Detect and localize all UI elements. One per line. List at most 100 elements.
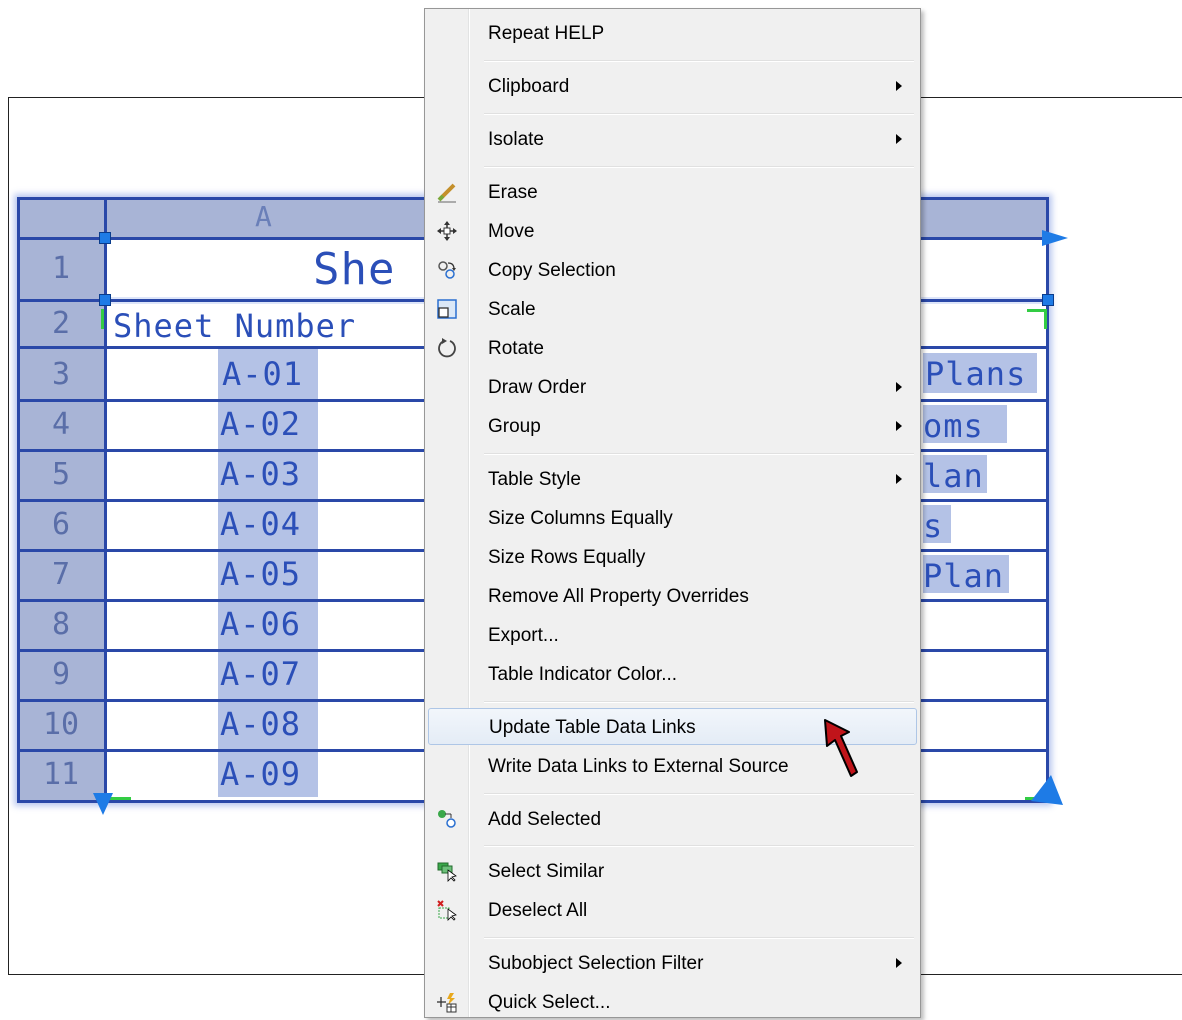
copy-icon xyxy=(438,261,456,279)
submenu-arrow-icon xyxy=(896,958,902,968)
row-number: 4 xyxy=(51,407,71,442)
row-number: 5 xyxy=(51,457,71,492)
sheet-title-cell: oms xyxy=(923,407,984,445)
row-number: 10 xyxy=(42,707,80,742)
menu-item-subobject-selection-filter[interactable]: Subobject Selection Filter xyxy=(428,944,917,981)
menu-item-label: Select Similar xyxy=(488,861,605,882)
table-breaking-grip[interactable] xyxy=(1031,775,1065,809)
menu-item-label: Size Rows Equally xyxy=(488,547,646,568)
rotate-icon xyxy=(438,338,456,358)
menu-item-table-indicator-color[interactable]: Table Indicator Color... xyxy=(428,655,917,692)
row-height-grip[interactable] xyxy=(93,793,117,819)
menu-item-label: Scale xyxy=(488,299,536,320)
menu-item-label: Table Style xyxy=(488,469,581,490)
sheet-title-cell: Plans xyxy=(925,355,1027,393)
row-number: 2 xyxy=(51,306,71,341)
menu-item-rotate[interactable]: Rotate xyxy=(428,329,917,366)
table-grip[interactable] xyxy=(99,294,111,306)
green-marker xyxy=(101,309,104,329)
menu-item-size-columns-equally[interactable]: Size Columns Equally xyxy=(428,499,917,536)
menu-item-export[interactable]: Export... xyxy=(428,616,917,653)
menu-separator xyxy=(484,60,914,62)
sheet-number-cell: A-01 xyxy=(222,355,304,393)
menu-item-repeat-help[interactable]: Repeat HELP xyxy=(428,14,917,51)
menu-separator xyxy=(484,845,914,847)
sheet-number-cell: A-05 xyxy=(220,555,302,593)
mouse-pointer-icon xyxy=(824,719,858,777)
menu-item-deselect-all[interactable]: Deselect All xyxy=(428,891,917,928)
menu-separator xyxy=(484,701,914,703)
menu-item-copy-selection[interactable]: Copy Selection xyxy=(428,251,917,288)
sheet-number-cell: A-04 xyxy=(220,505,302,543)
column-width-grip[interactable] xyxy=(1042,230,1072,248)
menu-item-label: Subobject Selection Filter xyxy=(488,953,704,974)
submenu-arrow-icon xyxy=(896,474,902,484)
menu-item-label: Quick Select... xyxy=(488,992,611,1013)
menu-item-label: Rotate xyxy=(488,338,544,359)
menu-item-label: Erase xyxy=(488,182,538,203)
menu-item-move[interactable]: Move xyxy=(428,212,917,249)
select-similar-icon xyxy=(437,862,457,882)
submenu-arrow-icon xyxy=(896,134,902,144)
row-number: 1 xyxy=(51,251,71,286)
row-number: 3 xyxy=(51,357,71,392)
table-title: She xyxy=(313,244,396,295)
row-number: 6 xyxy=(51,507,71,542)
sheet-title-cell: s xyxy=(923,507,944,545)
submenu-arrow-icon xyxy=(896,382,902,392)
column-heading: Sheet Number xyxy=(113,307,357,345)
drawing-canvas[interactable]: A 1 2 3 4 5 6 7 8 9 10 11 She Sheet Numb… xyxy=(0,0,1182,1018)
context-menu: Repeat HELP Clipboard Isolate Erase Move… xyxy=(424,8,921,1018)
menu-item-label: Remove All Property Overrides xyxy=(488,586,749,607)
menu-item-label: Add Selected xyxy=(488,809,602,830)
menu-item-label: Group xyxy=(488,416,541,437)
menu-item-select-similar[interactable]: Select Similar xyxy=(428,852,917,889)
row-number: 9 xyxy=(51,657,71,692)
scale-icon xyxy=(437,299,457,319)
menu-item-clipboard[interactable]: Clipboard xyxy=(428,67,917,104)
row-number: 11 xyxy=(42,757,80,792)
quick-select-icon xyxy=(437,993,457,1013)
menu-item-size-rows-equally[interactable]: Size Rows Equally xyxy=(428,538,917,575)
menu-item-scale[interactable]: Scale xyxy=(428,290,917,327)
menu-item-remove-overrides[interactable]: Remove All Property Overrides xyxy=(428,577,917,614)
menu-item-label: Move xyxy=(488,221,535,242)
table-grip[interactable] xyxy=(99,232,111,244)
menu-item-label: Draw Order xyxy=(488,377,587,398)
menu-item-isolate[interactable]: Isolate xyxy=(428,120,917,157)
menu-item-label: Export... xyxy=(488,625,559,646)
menu-item-label: Write Data Links to External Source xyxy=(488,756,789,777)
menu-item-draw-order[interactable]: Draw Order xyxy=(428,368,917,405)
sheet-number-cell: A-02 xyxy=(220,405,302,443)
menu-item-label: Table Indicator Color... xyxy=(488,664,678,685)
sheet-title-cell: Plan xyxy=(923,557,1005,595)
menu-separator xyxy=(484,166,914,168)
sheet-title-cell: lan xyxy=(923,457,984,495)
menu-item-label: Deselect All xyxy=(488,900,588,921)
sheet-number-cell: A-09 xyxy=(220,755,302,793)
grid-line xyxy=(1046,197,1049,803)
eraser-icon xyxy=(437,183,456,203)
submenu-arrow-icon xyxy=(896,81,902,91)
sheet-number-cell: A-08 xyxy=(220,705,302,743)
menu-item-label: Size Columns Equally xyxy=(488,508,673,529)
column-header-label: A xyxy=(255,200,273,233)
menu-item-label: Isolate xyxy=(488,129,544,150)
sheet-number-cell: A-03 xyxy=(220,455,302,493)
menu-item-erase[interactable]: Erase xyxy=(428,173,917,210)
menu-item-label: Update Table Data Links xyxy=(489,717,696,738)
sheet-number-cell: A-07 xyxy=(220,655,302,693)
menu-item-group[interactable]: Group xyxy=(428,407,917,444)
table-grip[interactable] xyxy=(1042,294,1054,306)
menu-item-add-selected[interactable]: Add Selected xyxy=(428,800,917,837)
row-number: 7 xyxy=(51,557,71,592)
green-marker xyxy=(1044,309,1047,329)
submenu-arrow-icon xyxy=(896,421,902,431)
menu-separator xyxy=(484,453,914,455)
row-number: 8 xyxy=(51,607,71,642)
menu-item-table-style[interactable]: Table Style xyxy=(428,460,917,497)
add-selected-icon xyxy=(438,810,456,828)
menu-item-quick-select[interactable]: Quick Select... xyxy=(428,983,917,1020)
menu-item-label: Repeat HELP xyxy=(488,23,605,44)
deselect-all-icon xyxy=(437,900,457,921)
